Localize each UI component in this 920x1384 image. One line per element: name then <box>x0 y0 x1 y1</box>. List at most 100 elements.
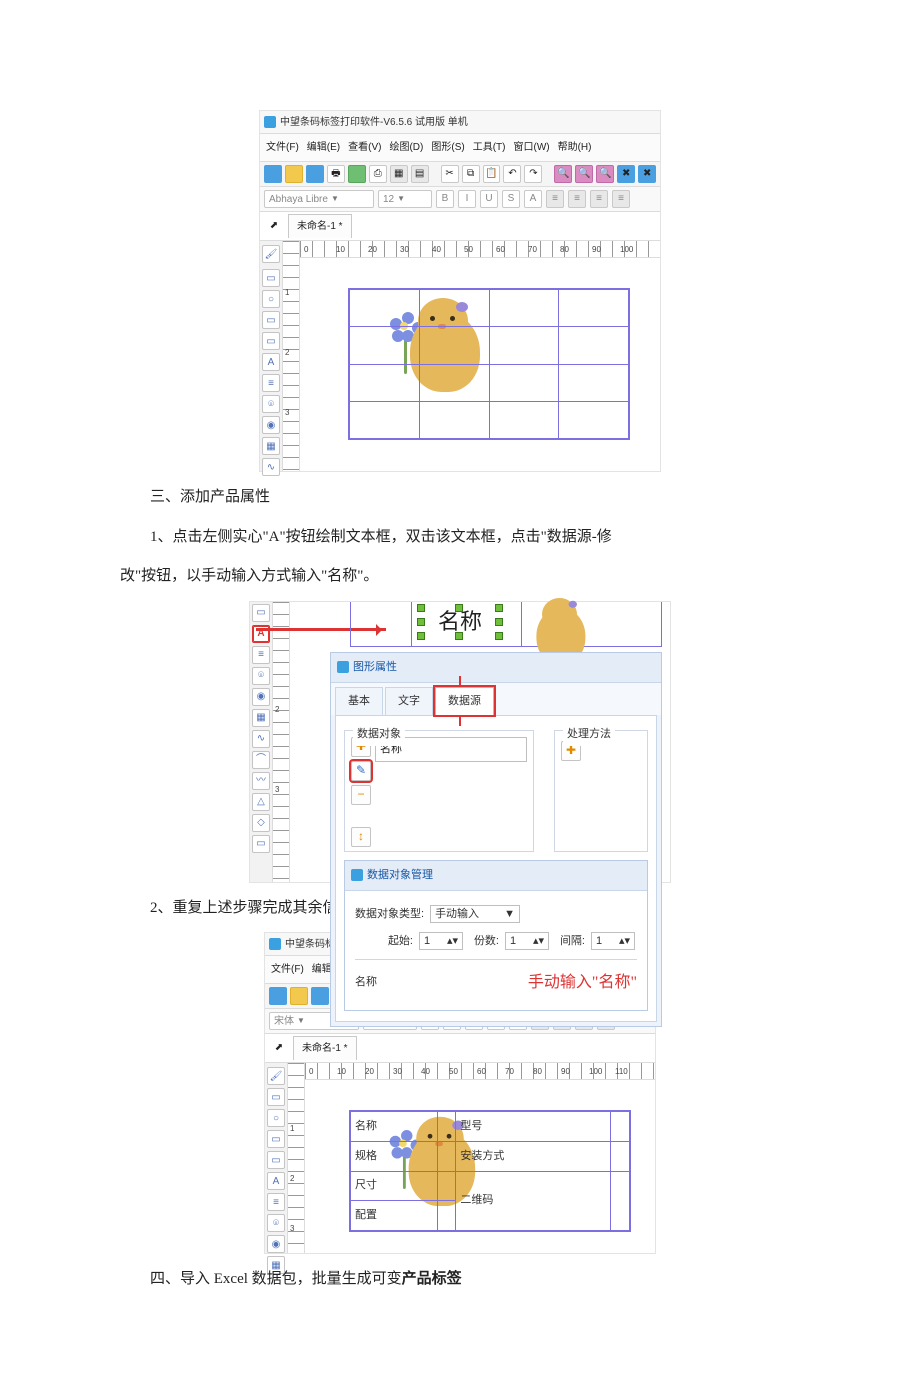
tool-line-icon[interactable]: ▭ <box>262 269 280 287</box>
tool-redo-icon[interactable]: ↷ <box>524 165 542 183</box>
preview-field-name: 名称 <box>355 971 377 994</box>
move-up-button[interactable]: ↕ <box>351 827 371 847</box>
dialog-titlebar: 图形属性 <box>331 653 661 683</box>
align-right-icon[interactable]: ≡ <box>590 190 608 208</box>
tool-zoom-out-icon[interactable]: 🔍 <box>575 165 593 183</box>
delete-button[interactable]: − <box>351 785 371 805</box>
tool-rect-icon[interactable]: ▭ <box>252 604 270 622</box>
tool-new-icon[interactable] <box>264 165 282 183</box>
tool-copy-icon[interactable]: ⧉ <box>462 165 480 183</box>
tool-line-icon[interactable]: ▭ <box>267 1088 285 1106</box>
menu-help[interactable]: 帮助(H) <box>558 137 592 158</box>
tool-zoom-in-icon[interactable]: 🔍 <box>554 165 572 183</box>
tool-rect-icon[interactable]: ▭ <box>262 311 280 329</box>
label-grid[interactable] <box>348 288 630 440</box>
tool-qrcode-icon[interactable]: ◉ <box>252 688 270 706</box>
tool-barcode-icon[interactable]: ⌾ <box>252 667 270 685</box>
tool-grid-icon[interactable]: ▦ <box>390 165 408 183</box>
tool-richtext-icon[interactable]: ≡ <box>252 646 270 664</box>
tool-layers-icon[interactable]: ▤ <box>411 165 429 183</box>
chevron-down-icon: ▼ <box>331 191 339 208</box>
menu-draw[interactable]: 绘图(D) <box>389 137 423 158</box>
left-tool-palette-2: ▭ A ≡ ⌾ ◉ ▦ ∿ ⌒ 〰 △ ◇ ▭ <box>250 602 273 882</box>
tool-diamond-icon[interactable]: ◇ <box>252 814 270 832</box>
tool-paste-icon[interactable]: 📋 <box>483 165 501 183</box>
font-name-combo[interactable]: Abhaya Libre ▼ <box>264 190 374 208</box>
tool-triangle-icon[interactable]: △ <box>252 793 270 811</box>
bold-button[interactable]: B <box>436 190 454 208</box>
menu-view[interactable]: 查看(V) <box>348 137 381 158</box>
label-grid-3[interactable]: 名称 型号 规格 安装方式 尺寸 二维码 <box>349 1110 631 1232</box>
count-label: 份数: <box>469 930 499 953</box>
strike-button[interactable]: S <box>502 190 520 208</box>
tool-x1-icon[interactable]: ✖ <box>617 165 635 183</box>
tool-richtext-icon[interactable]: ≡ <box>267 1193 285 1211</box>
data-object-manager-dialog[interactable]: 数据对象管理 数据对象类型: 手动输入 ▼ <box>344 860 648 1011</box>
tool-open-icon[interactable] <box>285 165 303 183</box>
align-justify-icon[interactable]: ≡ <box>612 190 630 208</box>
edit-button-highlighted[interactable]: ✎ <box>351 761 371 781</box>
pointer-tool-icon[interactable]: ⬈ <box>266 218 282 234</box>
menu-file[interactable]: 文件(F) <box>266 137 299 158</box>
underline-button[interactable]: U <box>480 190 498 208</box>
design-canvas-3[interactable]: 名称 型号 规格 安装方式 尺寸 二维码 <box>305 1080 655 1250</box>
tool-open-icon[interactable] <box>290 987 308 1005</box>
tool-misc-icon[interactable]: ▭ <box>252 835 270 853</box>
type-dropdown[interactable]: 手动输入 ▼ <box>430 905 520 923</box>
tool-rect-icon[interactable]: ▭ <box>267 1130 285 1148</box>
chevron-down-icon: ▼ <box>397 191 405 208</box>
tool-curve-icon[interactable]: ∿ <box>262 458 280 476</box>
tool-save-icon[interactable] <box>311 987 329 1005</box>
menu-edit[interactable]: 编辑(E) <box>307 137 340 158</box>
tool-zoom-fit-icon[interactable]: 🔍 <box>596 165 614 183</box>
tool-richtext-icon[interactable]: ≡ <box>262 374 280 392</box>
tool-new-icon[interactable] <box>269 987 287 1005</box>
tab-basic[interactable]: 基本 <box>335 687 383 715</box>
tool-paint-icon[interactable]: 🖌 <box>267 1067 285 1085</box>
tool-roundrect-icon[interactable]: ▭ <box>267 1151 285 1169</box>
align-left-icon[interactable]: ≡ <box>546 190 564 208</box>
tool-barcode-icon[interactable]: ⌾ <box>267 1214 285 1232</box>
font-size-combo[interactable]: 12 ▼ <box>378 190 432 208</box>
tool-table-icon[interactable]: ▦ <box>252 709 270 727</box>
tool-barcode-icon[interactable]: ⌾ <box>262 395 280 413</box>
tool-save-icon[interactable] <box>306 165 324 183</box>
tool-curve-icon[interactable]: ∿ <box>252 730 270 748</box>
align-center-icon[interactable]: ≡ <box>568 190 586 208</box>
tab-datasource[interactable]: 数据源 <box>435 687 494 715</box>
tool-qrcode-icon[interactable]: ◉ <box>267 1235 285 1253</box>
tool-print-icon[interactable]: 🖶 <box>327 165 345 183</box>
menu-window[interactable]: 窗口(W) <box>513 137 549 158</box>
document-tab[interactable]: 未命名-1 * <box>293 1036 357 1060</box>
document-tab[interactable]: 未命名-1 * <box>288 214 352 238</box>
menu-tool[interactable]: 工具(T) <box>473 137 506 158</box>
tool-printpreview-icon[interactable] <box>348 165 366 183</box>
start-spinner[interactable]: 1▴▾ <box>419 932 463 950</box>
tool-qrcode-icon[interactable]: ◉ <box>262 416 280 434</box>
italic-button[interactable]: I <box>458 190 476 208</box>
tool-table-icon[interactable]: ▦ <box>262 437 280 455</box>
design-canvas[interactable] <box>300 258 660 468</box>
tool-undo-icon[interactable]: ↶ <box>503 165 521 183</box>
tool-paint-icon[interactable]: 🖌 <box>262 245 280 263</box>
app-icon <box>264 116 276 128</box>
tool-export-icon[interactable]: ⎙ <box>369 165 387 183</box>
tool-text-icon[interactable]: A <box>267 1172 285 1190</box>
tool-ellipse-icon[interactable]: ○ <box>262 290 280 308</box>
tool-wave-icon[interactable]: 〰 <box>252 772 270 790</box>
tool-cut-icon[interactable]: ✂ <box>441 165 459 183</box>
gap-spinner[interactable]: 1▴▾ <box>591 932 635 950</box>
tool-x2-icon[interactable]: ✖ <box>638 165 656 183</box>
tool-roundrect-icon[interactable]: ▭ <box>262 332 280 350</box>
selected-text-object[interactable]: 名称 <box>421 608 499 636</box>
pointer-tool-icon[interactable]: ⬈ <box>271 1040 287 1056</box>
fontcolor-button[interactable]: A <box>524 190 542 208</box>
tool-ellipse-icon[interactable]: ○ <box>267 1109 285 1127</box>
menu-file[interactable]: 文件(F) <box>271 959 304 980</box>
tool-arc-icon[interactable]: ⌒ <box>252 751 270 769</box>
tool-text-icon[interactable]: A <box>262 353 280 371</box>
tab-text[interactable]: 文字 <box>385 687 433 715</box>
menu-shape[interactable]: 图形(S) <box>431 137 464 158</box>
count-spinner[interactable]: 1▴▾ <box>505 932 549 950</box>
shape-properties-dialog[interactable]: 图形属性 基本 文字 数据源 数据对象 <box>330 652 662 1027</box>
